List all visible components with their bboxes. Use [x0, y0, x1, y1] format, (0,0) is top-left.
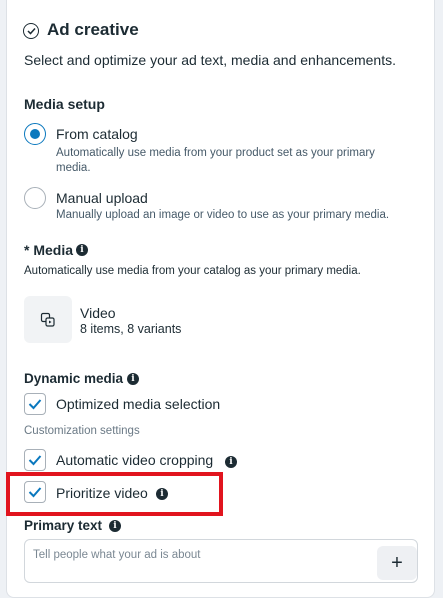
section-title: Ad creative [47, 20, 139, 39]
from-catalog-description-line1: Automatically use media from your produc… [56, 147, 375, 159]
manual-upload-description: Manually upload an image or video to use… [56, 209, 390, 221]
dynamic-media-label: Dynamic media [24, 371, 124, 386]
from-catalog-label[interactable]: From catalog [56, 126, 138, 142]
checkmark-icon [28, 399, 42, 410]
primary-text-input[interactable]: Tell people what your ad is about + [24, 539, 418, 583]
optimized-media-label[interactable]: Optimized media selection [56, 396, 220, 412]
checkmark-icon [28, 455, 42, 466]
from-catalog-description-line2: media. [56, 162, 91, 174]
video-stack-icon [40, 312, 55, 327]
customization-settings-label: Customization settings [24, 425, 140, 437]
primary-text-placeholder: Tell people what your ad is about [33, 549, 201, 561]
from-catalog-radio[interactable] [24, 123, 46, 145]
section-subtitle: Select and optimize your ad text, media … [24, 52, 396, 68]
manual-upload-label[interactable]: Manual upload [56, 190, 148, 206]
dynamic-media-info-icon[interactable]: i [127, 373, 139, 385]
media-description: Automatically use media from your catalo… [24, 265, 361, 277]
optimized-media-checkbox[interactable] [24, 393, 46, 415]
highlight-box [6, 472, 223, 516]
check-circle-icon [23, 23, 39, 39]
media-setup-label: Media setup [24, 96, 105, 112]
media-label: * Media [24, 242, 74, 258]
media-info-icon[interactable]: i [76, 244, 88, 256]
auto-video-cropping-checkbox[interactable] [24, 449, 46, 471]
media-item-title: Video [80, 305, 116, 321]
add-primary-text-button[interactable]: + [377, 546, 417, 580]
auto-video-cropping-label[interactable]: Automatic video cropping [56, 452, 213, 468]
media-thumbnail[interactable] [24, 296, 72, 343]
primary-text-info-icon[interactable]: i [109, 520, 121, 532]
plus-icon: + [391, 552, 403, 574]
primary-text-label: Primary text [24, 518, 103, 533]
manual-upload-radio[interactable] [24, 187, 46, 209]
media-item-detail: 8 items, 8 variants [80, 322, 182, 336]
auto-video-cropping-info-icon[interactable]: i [225, 456, 237, 468]
